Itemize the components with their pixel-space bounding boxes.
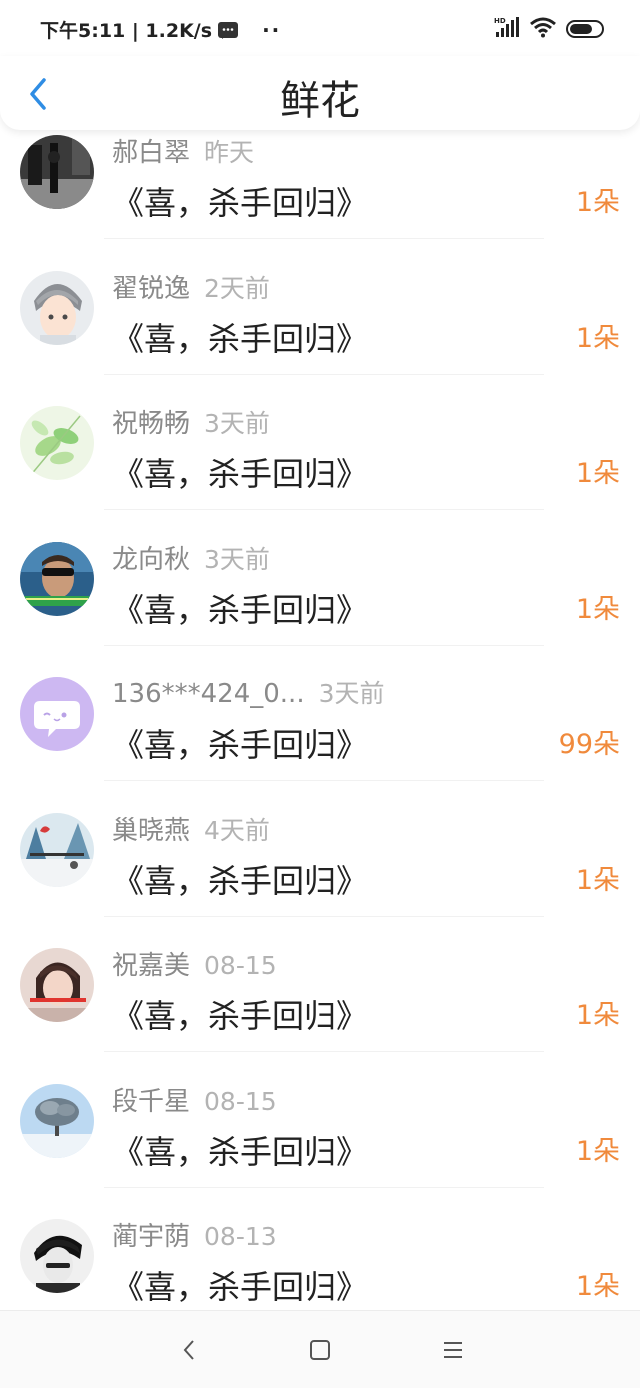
menu-nav-icon: [444, 1342, 462, 1358]
user-line: 蔺宇荫 08-13: [112, 1216, 277, 1253]
divider: [104, 644, 544, 646]
avatar[interactable]: [20, 135, 94, 209]
signal-icon: HD: [494, 16, 520, 42]
book-title[interactable]: 《喜，杀手回归》: [112, 585, 368, 631]
flower-count: 1朵: [575, 1135, 620, 1167]
time-label: 3天前: [318, 679, 385, 708]
book-title[interactable]: 《喜，杀手回归》: [112, 720, 368, 766]
flower-count: 1朵: [575, 458, 620, 489]
list-item[interactable]: 祝嘉美 08-15 《喜，杀手回归》 1朵: [0, 943, 640, 1079]
flower-count: 1朵: [575, 593, 620, 625]
user-name[interactable]: 祝嘉美: [112, 951, 190, 981]
battery-icon: [566, 20, 604, 38]
list-item[interactable]: 龙向秋 3天前 《喜，杀手回归》 1朵: [0, 537, 640, 673]
status-bar: 下午5:11 | 1.2K/s ·· HD: [0, 0, 640, 56]
divider: [104, 780, 544, 781]
avatar[interactable]: [20, 541, 94, 616]
user-name[interactable]: 郝白翠: [112, 138, 190, 168]
user-line: 段千星 08-15: [112, 1081, 277, 1118]
user-line: 巢晓燕 4天前: [112, 810, 270, 847]
divider: [104, 373, 544, 375]
avatar[interactable]: [20, 1083, 94, 1158]
list-item[interactable]: 郝白翠 昨天 《喜，杀手回归》 1朵: [0, 130, 640, 266]
user-name[interactable]: 段千星: [112, 1087, 190, 1117]
user-name[interactable]: 翟锐逸: [112, 274, 190, 304]
user-line: 祝嘉美 08-15: [112, 945, 277, 982]
flower-count: 1朵: [575, 1000, 620, 1031]
header: 鲜花: [0, 56, 640, 130]
book-title[interactable]: 《喜，杀手回归》: [112, 449, 368, 495]
user-name[interactable]: 巢晓燕: [112, 816, 190, 846]
nav-home-button[interactable]: [307, 1337, 333, 1363]
divider: [104, 1051, 544, 1052]
list-item[interactable]: 136***424_0... 3天前 《喜，杀手回归》 99朵: [0, 672, 640, 808]
avatar[interactable]: [20, 677, 94, 751]
avatar[interactable]: [20, 948, 94, 1022]
time-label: 3天前: [204, 544, 270, 574]
system-nav-bar: [0, 1310, 640, 1388]
status-left: 下午5:11 | 1.2K/s ··: [40, 16, 281, 43]
time-label: 08-15: [204, 1086, 277, 1116]
time-label: 3天前: [204, 409, 270, 438]
flower-count: 99朵: [558, 729, 620, 760]
divider: [104, 238, 544, 239]
avatar[interactable]: [20, 270, 94, 345]
time-label: 4天前: [204, 815, 270, 845]
status-time-speed: 下午5:11 | 1.2K/s: [40, 20, 213, 42]
user-line: 郝白翠 昨天: [112, 132, 254, 169]
book-title[interactable]: 《喜，杀手回归》: [112, 856, 368, 902]
book-title[interactable]: 《喜，杀手回归》: [112, 314, 368, 360]
book-title[interactable]: 《喜，杀手回归》: [112, 991, 368, 1037]
message-icon: [218, 21, 239, 39]
list-item[interactable]: 巢晓燕 4天前 《喜，杀手回归》 1朵: [0, 808, 640, 944]
status-right: HD: [494, 16, 604, 42]
home-nav-icon: [310, 1340, 330, 1360]
user-name[interactable]: 祝畅畅: [112, 409, 190, 439]
time-label: 08-13: [204, 1222, 277, 1251]
book-title[interactable]: 《喜，杀手回归》: [112, 178, 368, 224]
wifi-icon: [530, 16, 556, 42]
book-title[interactable]: 《喜，杀手回归》: [112, 1127, 368, 1173]
nav-back-button[interactable]: [176, 1337, 202, 1363]
nav-menu-button[interactable]: [440, 1337, 466, 1363]
svg-text:HD: HD: [494, 17, 506, 25]
time-label: 2天前: [204, 273, 270, 303]
avatar[interactable]: [20, 406, 94, 480]
time-label: 昨天: [204, 138, 255, 167]
user-name[interactable]: 136***424_0...: [112, 679, 305, 709]
book-title[interactable]: 《喜，杀手回归》: [112, 1262, 368, 1308]
flower-list: 郝白翠 昨天 《喜，杀手回归》 1朵 翟锐逸 2天前 《喜，杀手回归》 1朵 祝…: [0, 130, 640, 1350]
list-item[interactable]: 祝畅畅 3天前 《喜，杀手回归》 1朵: [0, 401, 640, 537]
user-line: 祝畅畅 3天前: [112, 403, 270, 440]
time-label: 08-15: [204, 951, 277, 980]
list-item[interactable]: 段千星 08-15 《喜，杀手回归》 1朵: [0, 1079, 640, 1215]
user-line: 翟锐逸 2天前: [112, 268, 270, 305]
user-name[interactable]: 龙向秋: [112, 545, 190, 575]
list-item[interactable]: 翟锐逸 2天前 《喜，杀手回归》 1朵: [0, 266, 640, 402]
avatar[interactable]: [20, 1219, 94, 1293]
flower-count: 1朵: [575, 1271, 620, 1302]
divider: [104, 1186, 544, 1188]
status-dots: ··: [262, 17, 282, 42]
user-line: 龙向秋 3天前: [112, 539, 270, 576]
flower-count: 1朵: [575, 322, 620, 354]
user-name[interactable]: 蔺宇荫: [112, 1222, 190, 1252]
page-title: 鲜花: [280, 78, 360, 124]
back-nav-icon: [183, 1340, 194, 1360]
divider: [104, 915, 544, 917]
avatar[interactable]: [20, 812, 94, 887]
flower-count: 1朵: [575, 864, 620, 896]
user-line: 136***424_0... 3天前: [112, 674, 385, 710]
divider: [104, 509, 544, 510]
flower-count: 1朵: [575, 187, 620, 218]
